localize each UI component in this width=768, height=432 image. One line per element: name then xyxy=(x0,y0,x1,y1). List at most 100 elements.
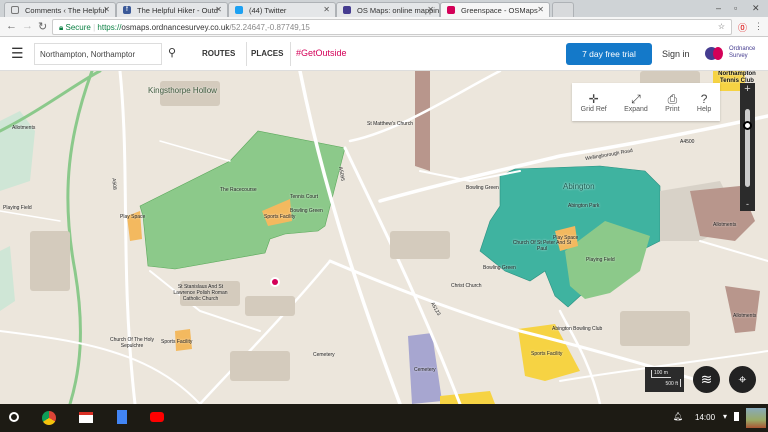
url-scheme: https:// xyxy=(97,23,122,32)
minimize-icon[interactable]: – xyxy=(716,3,721,13)
road-label: A508 xyxy=(110,177,118,191)
zoom-in-button[interactable]: + xyxy=(740,83,755,99)
sign-in-link[interactable]: Sign in xyxy=(662,49,690,59)
zoom-slider-handle[interactable] xyxy=(743,120,752,130)
tab-title: (44) Twitter xyxy=(249,6,287,15)
nav-places[interactable]: PLACES xyxy=(251,49,283,58)
map-toolbox: ✛ Grid Ref ⤢ Expand ⎙ Print ? Help xyxy=(572,83,720,121)
map-label: Play Space xyxy=(120,214,146,220)
map-label: Play Space xyxy=(553,235,579,241)
url-host: osmaps.ordnancesurvey.co.uk xyxy=(121,23,230,32)
close-window-icon[interactable]: ✕ xyxy=(752,3,760,14)
url-input[interactable]: 🔒︎ Secure | https://osmaps.ordnancesurve… xyxy=(52,19,732,35)
close-icon[interactable]: ✕ xyxy=(103,5,110,14)
chrome-icon[interactable] xyxy=(42,411,56,425)
forward-icon[interactable]: → xyxy=(22,20,33,32)
tab-helpful-hiker[interactable]: f The Helpful Hiker - Outd ✕ xyxy=(116,2,228,17)
layers-button[interactable]: ≋ xyxy=(693,366,720,393)
map-label: Cemetery xyxy=(414,367,436,373)
tool-label: Grid Ref xyxy=(580,105,607,113)
grid-ref-button[interactable]: ✛ Grid Ref xyxy=(581,92,607,113)
map-label: Bowling Green xyxy=(466,185,499,191)
close-icon[interactable]: ✕ xyxy=(427,5,434,14)
free-trial-button[interactable]: 7 day free trial xyxy=(566,43,652,65)
map-label: St Matthew's Church xyxy=(367,121,413,127)
docs-icon[interactable] xyxy=(117,410,127,424)
help-button[interactable]: ? Help xyxy=(697,92,711,113)
address-bar: ← → ↻ 🔒︎ Secure | https://osmaps.ordnanc… xyxy=(0,17,768,37)
print-button[interactable]: ⎙ Print xyxy=(665,92,679,113)
tab-title: The Helpful Hiker - Outd xyxy=(137,6,218,15)
map-label: Christ Church xyxy=(451,283,482,289)
close-icon[interactable]: ✕ xyxy=(215,5,222,14)
allotments-area-2 xyxy=(725,286,760,333)
gmail-icon[interactable] xyxy=(79,412,93,423)
map-label: Playing Field xyxy=(3,205,32,211)
clock[interactable]: 14:00 xyxy=(695,413,715,422)
launcher-icon[interactable] xyxy=(9,412,19,422)
map-label: Kingsthorpe Hollow xyxy=(148,86,217,95)
search-input[interactable]: Northampton, Northamptor xyxy=(34,43,162,65)
tab-os-maps[interactable]: OS Maps: online mappin ✕ xyxy=(336,2,440,17)
tab-title: Comments ‹ The Helpful xyxy=(25,6,107,15)
zoom-control: + - xyxy=(740,83,755,211)
tab-strip: Comments ‹ The Helpful ✕ f The Helpful Hik… xyxy=(0,0,768,17)
os-icon xyxy=(447,6,455,14)
locate-button[interactable]: ⌖ xyxy=(729,366,756,393)
back-icon[interactable]: ← xyxy=(6,20,17,32)
map-label: Allotments xyxy=(12,125,36,131)
expand-icon: ⤢ xyxy=(631,91,641,106)
youtube-icon[interactable] xyxy=(150,412,164,422)
menu-dots-icon[interactable]: ⋮ xyxy=(754,21,763,32)
crosshair-icon: ✛ xyxy=(588,91,599,106)
os-icon xyxy=(343,6,351,14)
crosshair-icon: ⌖ xyxy=(738,371,747,387)
close-icon[interactable]: ✕ xyxy=(537,5,544,14)
tab-title: Greenspace - OSMaps xyxy=(461,6,538,15)
bookmark-star-icon[interactable]: ☆ xyxy=(718,22,725,31)
get-outside-link[interactable]: #GetOutside xyxy=(296,48,347,58)
scale-metric: 100 m xyxy=(651,370,671,378)
reload-icon[interactable]: ↻ xyxy=(38,20,47,33)
notification-bell-icon[interactable]: 🔔︎ xyxy=(673,412,683,421)
os-logo[interactable] xyxy=(705,46,727,62)
avatar[interactable] xyxy=(746,408,766,428)
print-icon: ⎙ xyxy=(667,91,678,106)
zoom-out-button[interactable]: - xyxy=(740,199,755,209)
map-label: Abington Bowling Club xyxy=(552,326,603,332)
os-shelf: 🔔︎ 14:00 ▾ xyxy=(0,404,768,432)
map-label: Church Of St Peter And St Paul xyxy=(512,240,572,252)
scale-bar: 100 m 500 ft xyxy=(645,367,684,392)
map-label: Sports Facility xyxy=(161,339,193,345)
map-label: Bowling Green xyxy=(483,265,516,271)
facebook-icon: f xyxy=(123,6,131,14)
pinterest-icon[interactable]: ⓪ xyxy=(738,21,747,34)
os-logo-text: Ordnance Survey xyxy=(729,46,756,59)
tool-label: Expand xyxy=(624,105,648,113)
page-icon xyxy=(11,6,19,14)
hamburger-menu-icon[interactable]: ☰ xyxy=(11,45,24,62)
map-label: Cemetery xyxy=(313,352,335,358)
map-label: Sports Facility xyxy=(264,214,296,220)
map-label: Church Of The Holy Sepulchre xyxy=(109,337,155,349)
expand-button[interactable]: ⤢ Expand xyxy=(624,92,648,113)
close-icon[interactable]: ✕ xyxy=(323,5,330,14)
map-label: Sports Facility xyxy=(531,351,563,357)
map-label: Abington Park xyxy=(568,203,600,209)
tool-label: Print xyxy=(665,105,680,113)
tool-label: Help xyxy=(696,105,712,113)
twitter-icon xyxy=(235,6,243,14)
new-tab-button[interactable] xyxy=(552,2,574,17)
tab-twitter[interactable]: (44) Twitter ✕ xyxy=(228,2,336,17)
map-label: St Stanislaus And St Lawrence Polish Rom… xyxy=(173,284,228,302)
map-label: Playing Field xyxy=(586,257,615,263)
nav-routes[interactable]: ROUTES xyxy=(202,49,235,58)
site-header: ☰ Northampton, Northamptor ⚲ ROUTES PLAC… xyxy=(0,37,768,71)
tab-comments[interactable]: Comments ‹ The Helpful ✕ xyxy=(4,2,116,17)
location-marker xyxy=(272,279,278,285)
search-icon[interactable]: ⚲ xyxy=(168,46,176,59)
tab-greenspace[interactable]: Greenspace - OSMaps ✕ xyxy=(440,2,550,17)
maximize-icon[interactable]: ▫ xyxy=(734,3,737,13)
road-label: A4500 xyxy=(680,139,695,145)
url-path: /52.24647,-0.87749,15 xyxy=(229,23,310,32)
